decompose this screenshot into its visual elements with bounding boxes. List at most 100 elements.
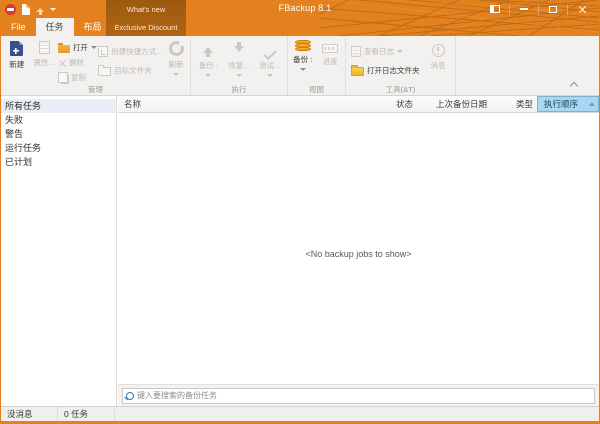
test-button[interactable]: 测试... xyxy=(255,39,285,77)
view-log-dropdown-icon xyxy=(397,50,403,53)
execute-group-label: 执行 xyxy=(191,84,287,95)
column-header-name[interactable]: 名称 xyxy=(118,98,390,110)
open-log-folder-button[interactable]: 打开日志文件夹 xyxy=(351,65,425,76)
create-shortcut-icon xyxy=(98,46,108,57)
refresh-label: 刷新 xyxy=(169,59,184,70)
view-backup-dropdown-icon xyxy=(300,68,306,71)
promo-exclusive-discount[interactable]: Exclusive Discount xyxy=(106,23,186,32)
ribbon-group-view: 备份 : 进度 视图 xyxy=(288,36,346,95)
new-task-quick-icon[interactable] xyxy=(22,4,30,15)
search-box[interactable] xyxy=(122,388,595,404)
log-folder-icon xyxy=(351,67,364,76)
destination-folder-label: 目标文件夹 xyxy=(114,65,152,76)
ribbon-tab-row: File 任务 布局 xyxy=(1,18,599,36)
ribbon-options-icon xyxy=(490,5,500,13)
delete-icon xyxy=(58,59,66,67)
column-header-execution-order[interactable]: 执行顺序 xyxy=(537,96,599,112)
duplicate-button[interactable]: 复制 xyxy=(58,72,98,83)
maximize-button[interactable] xyxy=(539,2,567,16)
progress-icon xyxy=(322,44,338,53)
test-icon xyxy=(264,41,276,57)
view-log-label: 查看日志 xyxy=(364,46,394,57)
execute-backup-button[interactable]: 备份 : xyxy=(193,39,223,77)
properties-button[interactable]: 属性... xyxy=(30,39,57,68)
create-shortcut-label: 创建快捷方式... xyxy=(111,46,162,57)
status-task-count: 0 任务 xyxy=(58,407,115,421)
messages-icon xyxy=(432,44,445,57)
tools-small-column: 查看日志 打开日志文件夹 xyxy=(348,39,425,76)
status-bar: 没消息 0 任务 xyxy=(1,406,599,421)
task-list-pane: 名称 状态 上次备份日期 类型 执行顺序 <No backup jobs to … xyxy=(118,96,599,406)
view-group-label: 视图 xyxy=(288,84,345,95)
fbackup-window: FBackup 8.1 What's new Exclusive Discoun… xyxy=(0,0,600,424)
open-button[interactable]: 打开 xyxy=(58,42,98,53)
messages-label: 消息 xyxy=(431,60,446,71)
tools-group-label: 工具(&T) xyxy=(346,84,455,95)
ribbon-options-button[interactable] xyxy=(481,2,509,16)
execution-order-label: 执行顺序 xyxy=(544,97,578,111)
destination-folder-button[interactable]: 目标文件夹 xyxy=(98,65,164,76)
promo-whats-new[interactable]: What's new xyxy=(106,5,186,14)
open-label: 打开 xyxy=(73,42,88,53)
duplicate-label: 复制 xyxy=(71,72,86,83)
manage-group-label: 管理 xyxy=(1,84,190,95)
sidebar-item-warnings[interactable]: 警告 xyxy=(1,127,116,141)
new-task-button[interactable]: 新建 xyxy=(3,39,30,70)
status-messages: 没消息 xyxy=(1,407,58,421)
view-backup-button[interactable]: 备份 : xyxy=(289,39,317,71)
restore-dropdown-icon xyxy=(236,74,242,77)
tab-file[interactable]: File xyxy=(1,18,36,36)
sidebar-item-scheduled[interactable]: 已计划 xyxy=(1,155,116,169)
search-bar xyxy=(118,384,599,406)
duplicate-icon xyxy=(58,72,68,83)
sidebar-item-failed[interactable]: 失败 xyxy=(1,113,116,127)
content-area: 所有任务 失败 警告 运行任务 已计划 名称 状态 上次备份日期 类型 执行顺序… xyxy=(1,96,599,406)
close-button[interactable] xyxy=(568,2,596,16)
ribbon-group-manage: 新建 属性... 打开 删除 复制 xyxy=(1,36,191,95)
delete-label: 删除 xyxy=(69,57,84,68)
view-log-button[interactable]: 查看日志 xyxy=(351,46,425,57)
sidebar-item-running[interactable]: 运行任务 xyxy=(1,141,116,155)
collapse-ribbon-icon[interactable] xyxy=(570,82,578,90)
progress-button[interactable]: 进度 xyxy=(317,39,345,67)
open-folder-icon xyxy=(58,45,70,53)
refresh-icon xyxy=(169,41,184,56)
destination-folder-icon xyxy=(98,67,111,76)
create-shortcut-button[interactable]: 创建快捷方式... xyxy=(98,46,164,57)
app-logo-icon[interactable] xyxy=(5,4,16,15)
tab-tasks[interactable]: 任务 xyxy=(36,18,74,36)
close-icon xyxy=(578,5,587,14)
ribbon-group-tools: 查看日志 打开日志文件夹 消息 工具(&T) xyxy=(346,36,456,95)
task-list-body: <No backup jobs to show> xyxy=(118,113,599,384)
sidebar-item-all-tasks[interactable]: 所有任务 xyxy=(1,99,116,113)
open-log-folder-label: 打开日志文件夹 xyxy=(367,65,420,76)
run-backup-quick-icon[interactable] xyxy=(36,4,44,15)
test-dropdown-icon xyxy=(267,74,273,77)
ribbon: 新建 属性... 打开 删除 复制 xyxy=(1,36,599,96)
column-header-status[interactable]: 状态 xyxy=(390,98,430,110)
search-input[interactable] xyxy=(137,391,591,400)
restore-label: 恢复... xyxy=(228,60,249,71)
minimize-button[interactable] xyxy=(510,2,538,16)
manage-small-column-1: 打开 删除 复制 xyxy=(58,39,98,83)
promo-banner[interactable]: What's new Exclusive Discount xyxy=(106,0,186,36)
view-backup-label: 备份 : xyxy=(293,54,312,65)
column-header-row: 名称 状态 上次备份日期 类型 执行顺序 xyxy=(118,96,599,113)
properties-label: 属性... xyxy=(34,57,55,68)
titlebar: FBackup 8.1 xyxy=(1,0,599,18)
restore-button[interactable]: 恢复... xyxy=(224,39,254,77)
task-filter-sidebar: 所有任务 失败 警告 运行任务 已计划 xyxy=(1,96,117,406)
qat-dropdown-icon[interactable] xyxy=(50,8,56,11)
open-dropdown-icon xyxy=(91,46,97,49)
quick-access-toolbar xyxy=(5,2,56,16)
execute-backup-icon xyxy=(203,41,213,57)
refresh-button[interactable]: 刷新 xyxy=(164,39,188,76)
delete-button[interactable]: 删除 xyxy=(58,57,98,68)
messages-button[interactable]: 消息 xyxy=(425,39,451,71)
column-header-last-backup-date[interactable]: 上次备份日期 xyxy=(430,98,510,110)
column-header-type[interactable]: 类型 xyxy=(510,98,537,110)
backup-disks-icon xyxy=(295,41,311,51)
ribbon-group-execute: 备份 : 恢复... 测试... 执行 xyxy=(191,36,288,95)
minimize-icon xyxy=(520,8,528,10)
manage-small-column-2: 创建快捷方式... 目标文件夹 xyxy=(98,39,164,76)
